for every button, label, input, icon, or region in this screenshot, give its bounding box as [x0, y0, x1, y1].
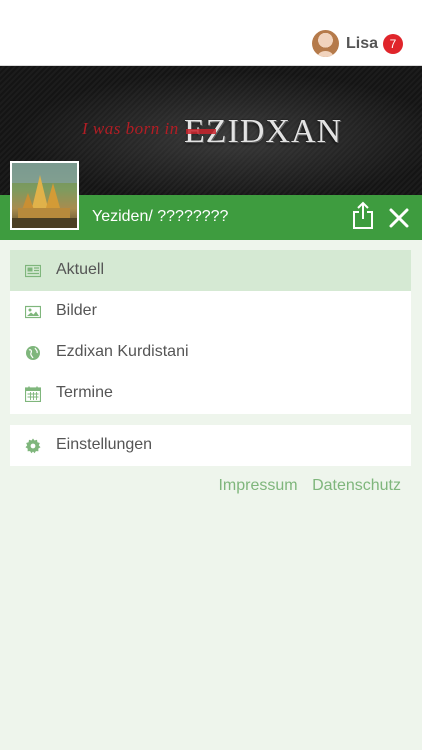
- main-menu: Aktuell Bilder Ezdixan Kurdistani Termin…: [10, 250, 411, 414]
- gear-icon: [25, 438, 41, 454]
- calendar-icon: [25, 386, 41, 402]
- image-icon: [25, 305, 41, 319]
- page-title: Yeziden/ ????????: [92, 208, 229, 225]
- menu-item-label: Ezdixan Kurdistani: [56, 343, 189, 360]
- menu-item-bilder[interactable]: Bilder: [10, 291, 411, 332]
- globe-icon: [26, 346, 40, 360]
- top-bar: Lisa 7: [0, 0, 422, 66]
- notification-badge[interactable]: 7: [383, 34, 403, 54]
- menu-item-label: Bilder: [56, 302, 97, 319]
- close-button[interactable]: [386, 205, 412, 231]
- user-name[interactable]: Lisa: [346, 35, 378, 53]
- menu-item-label: Einstellungen: [56, 436, 153, 453]
- impressum-link[interactable]: Impressum: [218, 477, 297, 494]
- user-avatar[interactable]: [312, 30, 339, 57]
- datenschutz-link[interactable]: Datenschutz: [312, 477, 401, 494]
- menu-item-ezdixan-kurdistani[interactable]: Ezdixan Kurdistani: [10, 332, 411, 373]
- banner-brand: EZIDXAN: [184, 113, 343, 150]
- settings-menu: Einstellungen: [10, 425, 411, 466]
- menu-item-aktuell[interactable]: Aktuell: [10, 250, 411, 291]
- menu-item-termine[interactable]: Termine: [10, 373, 411, 414]
- footer-links: Impressum Datenschutz: [218, 477, 401, 495]
- group-thumbnail: [10, 161, 79, 230]
- menu-item-label: Termine: [56, 384, 113, 401]
- share-icon: [353, 201, 373, 229]
- temple-image: [12, 163, 77, 228]
- menu-item-einstellungen[interactable]: Einstellungen: [10, 425, 411, 466]
- close-icon: [389, 208, 409, 228]
- newspaper-icon: [25, 264, 41, 278]
- share-button[interactable]: [350, 201, 376, 231]
- banner-slogan: I was born in: [82, 119, 179, 138]
- menu-item-label: Aktuell: [56, 261, 105, 278]
